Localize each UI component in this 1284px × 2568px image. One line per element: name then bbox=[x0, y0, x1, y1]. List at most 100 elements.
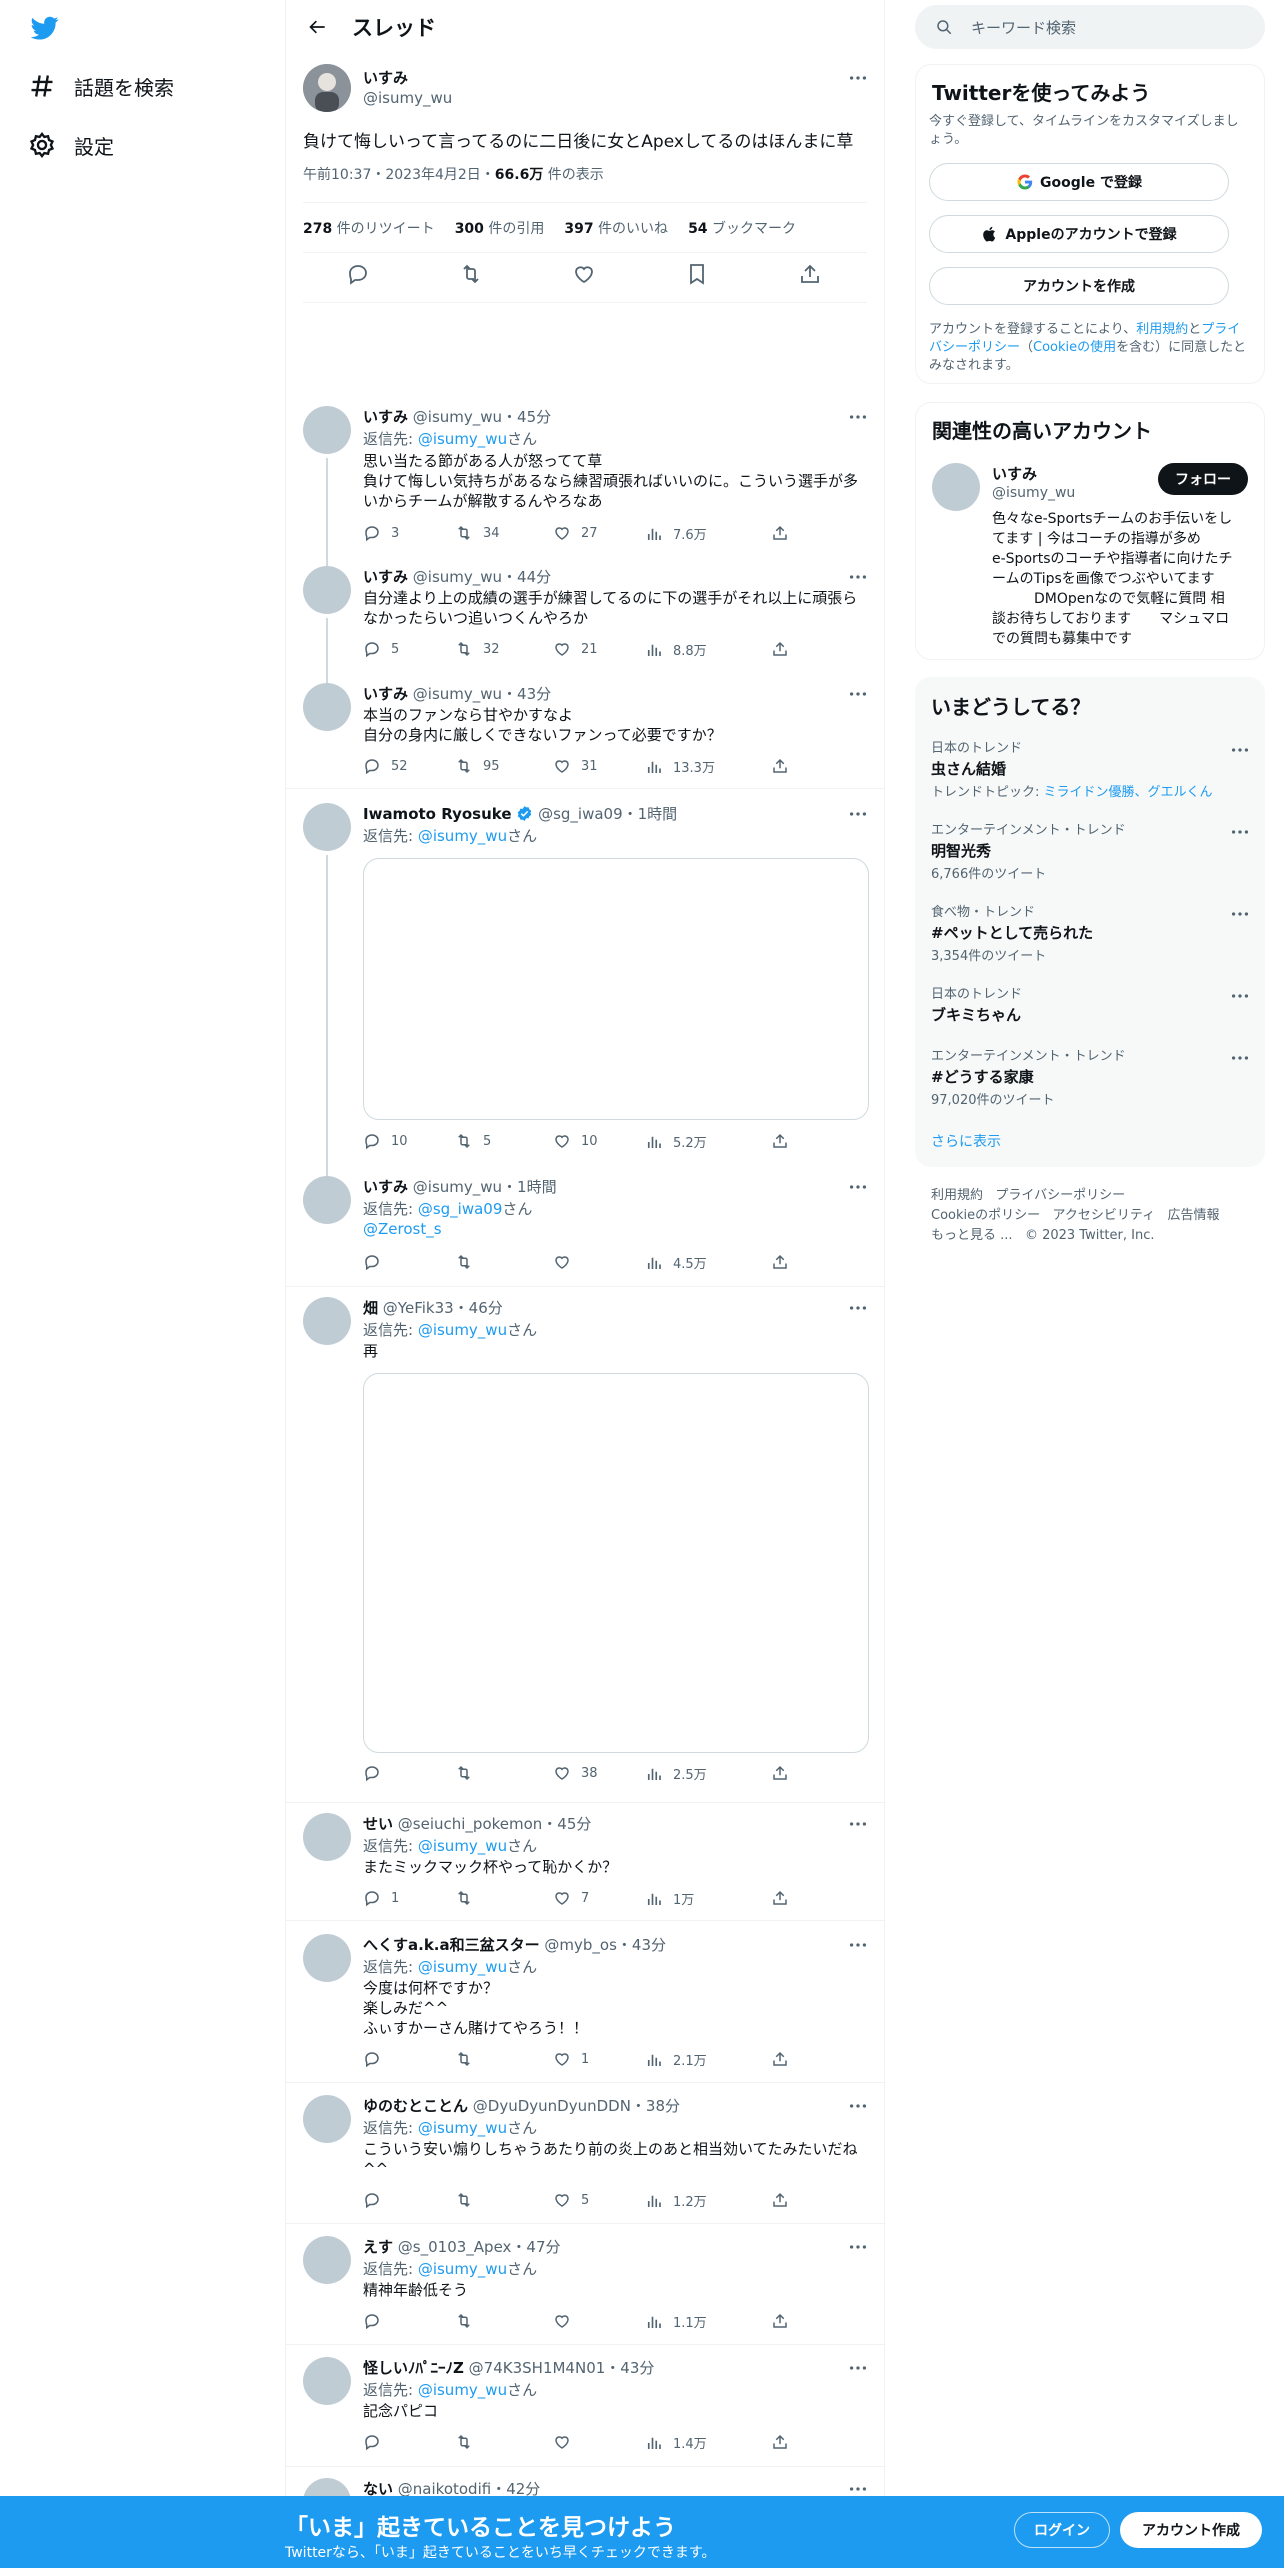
follow-button[interactable]: フォロー bbox=[1158, 463, 1248, 495]
retweet-button[interactable] bbox=[455, 2312, 483, 2330]
like-button[interactable]: 7 bbox=[553, 1889, 589, 1907]
views-button[interactable]: 1.1万 bbox=[645, 2312, 707, 2331]
share-button[interactable] bbox=[771, 757, 799, 775]
author-avatar[interactable] bbox=[303, 64, 351, 112]
nav-settings[interactable]: 設定 bbox=[28, 125, 114, 165]
reply-author-name[interactable]: Iwamoto Ryosuke bbox=[363, 805, 512, 823]
replying-to-link[interactable]: @isumy_wu bbox=[418, 1321, 507, 1339]
search-bar[interactable]: キーワード検索 bbox=[915, 5, 1265, 49]
footer-link-privacy[interactable]: プライバシーポリシー bbox=[995, 1188, 1125, 1203]
more-options-icon[interactable] bbox=[1229, 1047, 1251, 1069]
reply-avatar[interactable] bbox=[303, 566, 351, 614]
reply-author-name[interactable]: いすみ bbox=[363, 685, 408, 703]
retweet-button[interactable] bbox=[455, 2050, 483, 2068]
like-button[interactable]: 10 bbox=[553, 1132, 598, 1150]
reply-button[interactable]: 1 bbox=[363, 1889, 399, 1907]
more-options-icon[interactable] bbox=[1229, 821, 1251, 843]
more-options-icon[interactable] bbox=[1229, 903, 1251, 925]
views-button[interactable]: 5.2万 bbox=[645, 1132, 707, 1151]
reply-author-name[interactable]: いすみ bbox=[363, 408, 408, 426]
reply-author-name[interactable]: いすみ bbox=[363, 568, 408, 586]
like-button[interactable] bbox=[553, 1253, 581, 1271]
reply-author-name[interactable]: へくすa.k.a和三盆スター bbox=[363, 1936, 540, 1954]
replying-to-link[interactable]: @isumy_wu bbox=[418, 827, 507, 845]
more-options-icon[interactable] bbox=[847, 683, 869, 705]
share-button[interactable] bbox=[771, 2050, 799, 2068]
reply-author-handle[interactable]: @isumy_wu・43分 bbox=[413, 685, 551, 703]
reply-author-name[interactable]: えす bbox=[363, 2238, 393, 2256]
login-button[interactable]: ログイン bbox=[1014, 2512, 1110, 2548]
reply-avatar[interactable] bbox=[303, 1297, 351, 1345]
google-signup-button[interactable]: Google で登録 bbox=[929, 163, 1229, 201]
like-button[interactable] bbox=[553, 2312, 581, 2330]
share-button[interactable] bbox=[771, 2312, 799, 2330]
views-button[interactable]: 2.1万 bbox=[645, 2050, 707, 2069]
more-options-icon[interactable] bbox=[847, 1297, 869, 1319]
trend-item[interactable]: エンターテインメント・トレンド 明智光秀 6,766件のツイート bbox=[931, 819, 1251, 882]
replying-to-link[interactable]: @isumy_wu bbox=[418, 2260, 507, 2278]
more-options-icon[interactable] bbox=[847, 1813, 869, 1835]
trend-topic-link[interactable]: ミライドン優勝、グエルくん bbox=[1044, 785, 1213, 800]
share-button[interactable] bbox=[771, 524, 799, 542]
like-button[interactable] bbox=[553, 2433, 581, 2451]
apple-signup-button[interactable]: Appleのアカウントで登録 bbox=[929, 215, 1229, 253]
twitter-logo-icon[interactable] bbox=[28, 14, 62, 42]
reply-avatar[interactable] bbox=[303, 406, 351, 454]
footer-link-terms[interactable]: 利用規約 bbox=[931, 1188, 983, 1203]
like-button[interactable]: 31 bbox=[553, 757, 598, 775]
retweet-button[interactable]: 95 bbox=[455, 757, 500, 775]
reply-button[interactable] bbox=[363, 1764, 391, 1782]
reply-button[interactable]: 5 bbox=[363, 640, 399, 658]
share-button[interactable] bbox=[771, 1253, 799, 1271]
views-button[interactable]: 13.3万 bbox=[645, 757, 715, 776]
reply-button[interactable]: 10 bbox=[363, 1132, 408, 1150]
reply-button[interactable] bbox=[363, 2050, 391, 2068]
retweet-stat[interactable]: 278 件のリツイート bbox=[303, 218, 435, 238]
replying-to-link[interactable]: @isumy_wu bbox=[418, 1958, 507, 1976]
replying-to-link[interactable]: @isumy_wu bbox=[418, 1837, 507, 1855]
reply-icon[interactable] bbox=[346, 262, 372, 288]
nav-explore[interactable]: 話題を検索 bbox=[28, 66, 174, 106]
related-account-avatar[interactable] bbox=[932, 463, 980, 511]
reply-author-name[interactable]: 畑 bbox=[363, 1299, 378, 1317]
like-button[interactable]: 21 bbox=[553, 640, 598, 658]
like-button[interactable]: 5 bbox=[553, 2191, 589, 2209]
retweet-button[interactable] bbox=[455, 2191, 483, 2209]
share-button[interactable] bbox=[771, 1764, 799, 1782]
share-button[interactable] bbox=[771, 2191, 799, 2209]
more-options-icon[interactable] bbox=[847, 566, 869, 588]
replying-to-link[interactable]: @isumy_wu bbox=[418, 2381, 507, 2399]
cookie-link[interactable]: Cookieの使用 bbox=[1033, 340, 1116, 355]
reply-author-handle[interactable]: @s_0103_Apex・47分 bbox=[398, 2238, 561, 2256]
share-button[interactable] bbox=[771, 1889, 799, 1907]
like-icon[interactable] bbox=[572, 262, 598, 288]
reply-avatar[interactable] bbox=[303, 2095, 351, 2143]
reply-button[interactable] bbox=[363, 2312, 391, 2330]
reply-avatar[interactable] bbox=[303, 803, 351, 851]
reply-button[interactable] bbox=[363, 2191, 391, 2209]
reply-avatar[interactable] bbox=[303, 1813, 351, 1861]
reply-author-handle[interactable]: @isumy_wu・44分 bbox=[413, 568, 551, 586]
author-name[interactable]: いすみ bbox=[363, 67, 408, 88]
show-more-link[interactable]: さらに表示 bbox=[931, 1131, 1001, 1151]
retweet-icon[interactable] bbox=[459, 262, 485, 288]
reply-button[interactable]: 3 bbox=[363, 524, 399, 542]
like-stat[interactable]: 397 件のいいね bbox=[564, 218, 668, 238]
retweet-button[interactable] bbox=[455, 1253, 483, 1271]
media-attachment[interactable] bbox=[363, 1373, 869, 1753]
views-button[interactable]: 1.4万 bbox=[645, 2433, 707, 2452]
footer-link-ads[interactable]: 広告情報 bbox=[1168, 1208, 1220, 1223]
reply-button[interactable] bbox=[363, 1253, 391, 1271]
views-button[interactable]: 4.5万 bbox=[645, 1253, 707, 1272]
share-button[interactable] bbox=[771, 640, 799, 658]
trend-item[interactable]: 日本のトレンド ブキミちゃん bbox=[931, 983, 1251, 1025]
reply-author-handle[interactable]: @sg_iwa09・1時間 bbox=[538, 805, 677, 823]
related-account-name[interactable]: いすみ bbox=[992, 463, 1037, 484]
reply-author-handle[interactable]: @YeFik33・46分 bbox=[383, 1299, 503, 1317]
reply-author-handle[interactable]: @myb_os・43分 bbox=[544, 1936, 666, 1954]
more-options-icon[interactable] bbox=[847, 406, 869, 428]
like-button[interactable]: 1 bbox=[553, 2050, 589, 2068]
like-button[interactable]: 38 bbox=[553, 1764, 598, 1782]
reply-button[interactable]: 52 bbox=[363, 757, 408, 775]
footer-link-cookie[interactable]: Cookieのポリシー bbox=[931, 1208, 1040, 1223]
